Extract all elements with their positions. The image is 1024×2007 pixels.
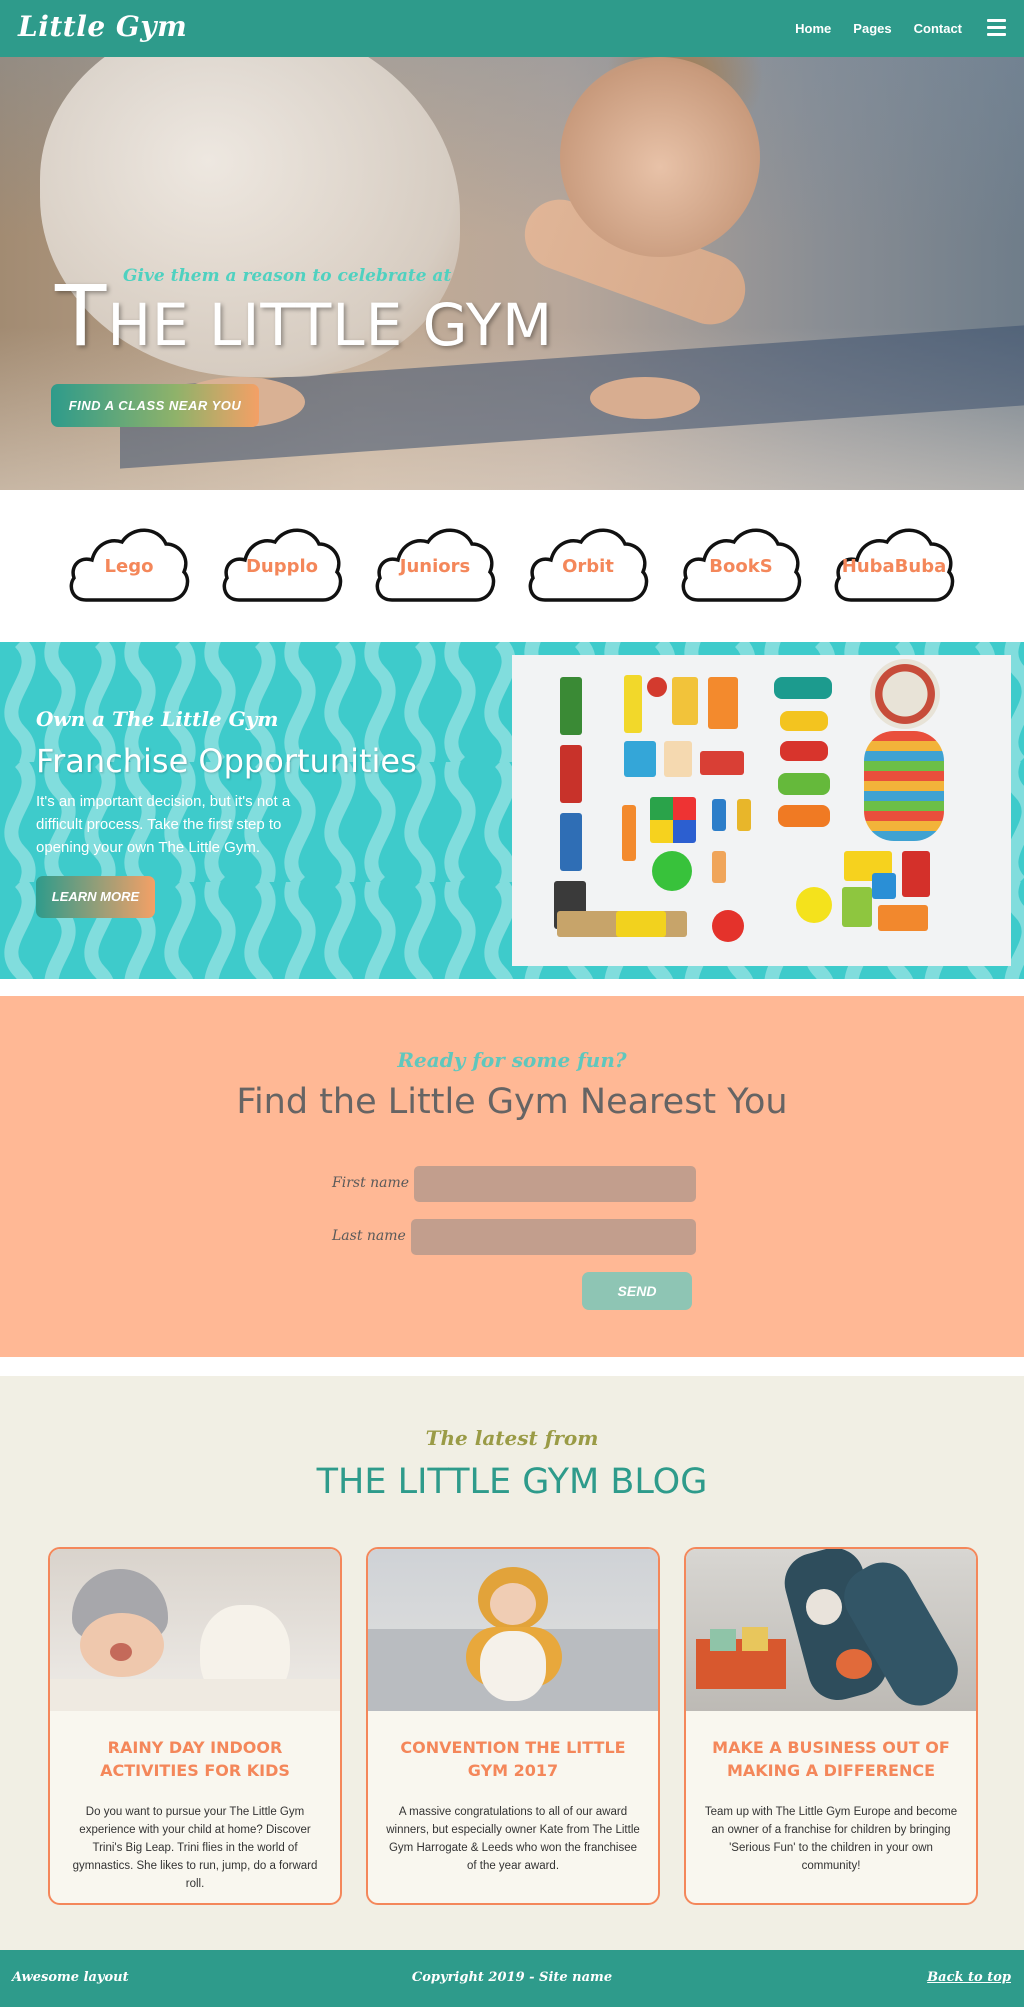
footer: Awesome layout Copyright 2019 - Site nam…: [0, 1950, 1024, 2007]
send-button[interactable]: SEND: [582, 1272, 692, 1310]
learn-more-button[interactable]: LEARN MORE: [36, 876, 155, 918]
form-title: Find the Little Gym Nearest You: [236, 1082, 788, 1122]
hero-banner: THE LITTLE GYM Give them a reason to cel…: [0, 57, 1024, 490]
nav-link-home[interactable]: Home: [795, 21, 831, 36]
blog-tagline: The latest from: [425, 1426, 599, 1450]
blog-post-excerpt: A massive congratulations to all of our …: [386, 1806, 640, 1872]
category-juniors[interactable]: Juniors: [372, 520, 498, 604]
category-hubabuba[interactable]: HubaBuba: [831, 520, 957, 604]
blog-card-business[interactable]: MAKE A BUSINESS OUT OF MAKING A DIFFEREN…: [684, 1547, 978, 1905]
toys-photo: [512, 655, 1011, 966]
category-books[interactable]: BookS: [678, 520, 804, 604]
blog-image-baby-teddy: [368, 1549, 658, 1711]
top-navbar: Little Gym Home Pages Contact: [0, 0, 1024, 57]
nav-link-pages[interactable]: Pages: [853, 21, 891, 36]
blog-image-baby-yawning: [50, 1549, 340, 1711]
blog-title: THE LITTLE GYM BLOG: [316, 1462, 708, 1502]
category-clouds: Lego Dupplo Juniors Orbit BookS HubaBuba: [0, 490, 1024, 642]
last-name-field[interactable]: [411, 1219, 696, 1255]
category-label: BookS: [709, 556, 773, 577]
category-label: HubaBuba: [841, 556, 947, 577]
franchise-tagline: Own a The Little Gym: [36, 707, 279, 731]
blog-section: The latest from THE LITTLE GYM BLOG RAIN…: [0, 1376, 1024, 1950]
blog-post-excerpt: Do you want to pursue your The Little Gy…: [72, 1806, 318, 1890]
franchise-title: Franchise Opportunities: [36, 742, 417, 780]
blog-post-title[interactable]: CONVENTION THE LITTLE GYM 2017: [383, 1736, 643, 1782]
last-name-label: Last name: [332, 1228, 406, 1244]
nav-links: Home Pages Contact: [795, 21, 962, 36]
category-label: Juniors: [399, 556, 471, 577]
category-label: Orbit: [562, 556, 614, 577]
blog-post-excerpt: Team up with The Little Gym Europe and b…: [704, 1806, 958, 1872]
first-name-field[interactable]: [414, 1166, 696, 1202]
category-orbit[interactable]: Orbit: [525, 520, 651, 604]
franchise-section: Own a The Little Gym Franchise Opportuni…: [0, 642, 1024, 979]
back-to-top-link[interactable]: Back to top: [927, 1970, 1011, 1985]
category-label: Dupplo: [245, 556, 319, 577]
footer-copyright: Copyright 2019 - Site name: [411, 1970, 613, 1985]
franchise-description: It's an important decision, but it's not…: [36, 793, 291, 856]
category-dupplo[interactable]: Dupplo: [219, 520, 345, 604]
hamburger-menu-icon[interactable]: [987, 19, 1006, 36]
blog-post-title[interactable]: RAINY DAY INDOOR ACTIVITIES FOR KIDS: [65, 1736, 325, 1782]
blog-image-kid-playing: [686, 1549, 976, 1711]
first-name-label: First name: [332, 1175, 410, 1191]
site-logo[interactable]: Little Gym: [18, 10, 187, 43]
category-lego[interactable]: Lego: [66, 520, 192, 604]
blog-card-convention[interactable]: CONVENTION THE LITTLE GYM 2017 A massive…: [366, 1547, 660, 1905]
blog-card-rainy-day[interactable]: RAINY DAY INDOOR ACTIVITIES FOR KIDS Do …: [48, 1547, 342, 1905]
nav-link-contact[interactable]: Contact: [914, 21, 962, 36]
blog-post-title[interactable]: MAKE A BUSINESS OUT OF MAKING A DIFFEREN…: [701, 1736, 961, 1782]
form-tagline: Ready for some fun?: [397, 1048, 627, 1072]
find-class-button[interactable]: FIND A CLASS NEAR YOU: [51, 384, 259, 427]
category-label: Lego: [104, 556, 154, 577]
find-gym-form-section: Ready for some fun? Find the Little Gym …: [0, 996, 1024, 1357]
hero-tagline: Give them a reason to celebrate at: [123, 266, 452, 286]
